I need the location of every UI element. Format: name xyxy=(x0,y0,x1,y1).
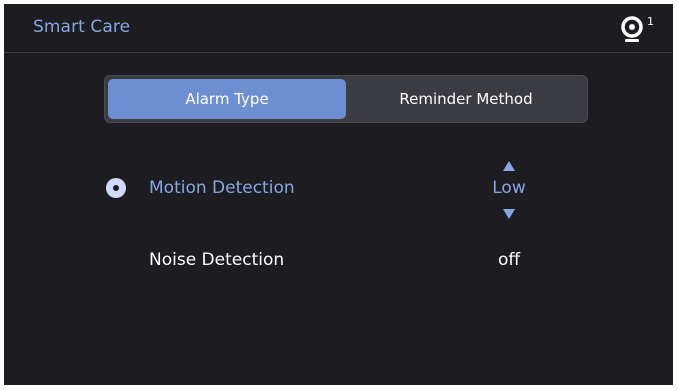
tab-reminder-method[interactable]: Reminder Method xyxy=(346,79,586,119)
camera-count-badge: 1 xyxy=(647,15,654,28)
header-bar: Smart Care 1 xyxy=(4,4,673,53)
motion-detection-radio[interactable] xyxy=(106,178,126,198)
page-title: Smart Care xyxy=(33,17,131,37)
motion-detection-label[interactable]: Motion Detection xyxy=(149,178,295,198)
increase-arrow-icon[interactable] xyxy=(503,161,515,171)
smart-care-screen: Smart Care 1 Alarm Type Reminder Method … xyxy=(4,4,673,385)
noise-detection-value[interactable]: off xyxy=(469,250,549,270)
camera-icon[interactable] xyxy=(621,16,643,44)
noise-detection-label[interactable]: Noise Detection xyxy=(149,250,284,270)
radio-selected-dot xyxy=(113,185,119,191)
tab-alarm-type[interactable]: Alarm Type xyxy=(108,79,346,119)
decrease-arrow-icon[interactable] xyxy=(503,209,515,219)
motion-sensitivity-value: Low xyxy=(492,178,526,198)
tab-bar: Alarm Type Reminder Method xyxy=(104,75,588,123)
